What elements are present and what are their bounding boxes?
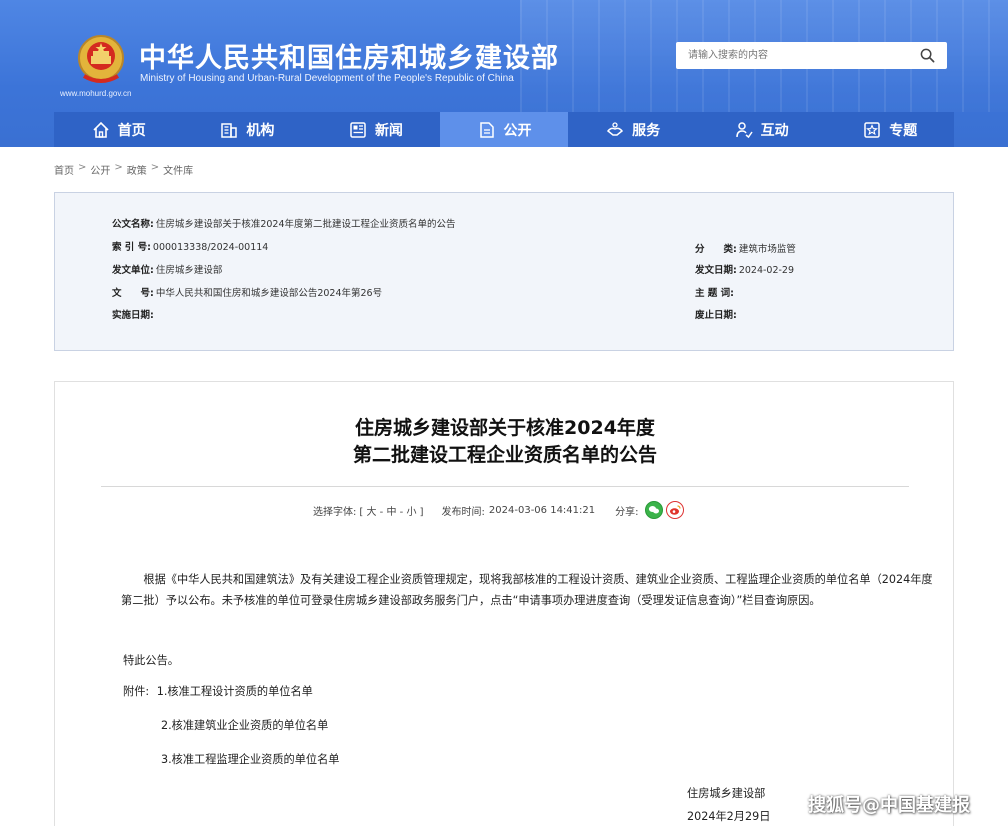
breadcrumb-library[interactable]: 文件库 <box>163 162 193 177</box>
breadcrumb-separator: > <box>150 162 160 173</box>
attachment-link-1[interactable]: 1.核准工程设计资质的单位名单 <box>157 685 313 698</box>
nav-item-interact[interactable]: 互动 <box>697 112 826 147</box>
info-category-label: 分 类: <box>695 244 737 255</box>
info-doc-name-label: 公文名称: <box>112 219 154 230</box>
attachment-row-3: 3.核准工程监理企业资质的单位名单 <box>161 751 340 767</box>
font-size-switcher: [ 大 - 中 - 小 ] <box>359 503 423 518</box>
info-index-label: 索 引 号: <box>112 242 151 253</box>
share-label: 分享: <box>615 506 639 518</box>
font-size-medium[interactable]: 中 <box>386 507 396 518</box>
font-dash: - <box>379 506 384 518</box>
info-issuer: 发文单位: 住房城乡建设部 <box>112 262 222 276</box>
search-box <box>676 42 947 69</box>
font-bracket-close: ] <box>419 506 424 518</box>
wechat-share-icon[interactable] <box>644 501 663 519</box>
sohu-watermark: 搜狐号@中国基建报 <box>808 795 970 816</box>
nav-item-public[interactable]: 公开 <box>439 112 569 147</box>
breadcrumb-public[interactable]: 公开 <box>90 162 110 177</box>
info-doc-no-label: 文 号: <box>112 288 154 299</box>
breadcrumb-separator: > <box>78 162 87 173</box>
search-icon <box>920 48 934 63</box>
info-issue-date-label: 发文日期: <box>695 265 737 276</box>
site-header: www.mohurd.gov.cn 中华人民共和国住房和城乡建设部 Minist… <box>0 0 1008 147</box>
info-issuer-label: 发文单位: <box>112 265 154 276</box>
site-title: 中华人民共和国住房和城乡建设部 <box>139 43 559 74</box>
building-icon <box>221 122 238 138</box>
nav-label-public: 公开 <box>503 122 532 139</box>
sign-date: 2024年2月29日 <box>687 810 771 823</box>
news-icon <box>350 121 366 138</box>
signer: 住房城乡建设部 <box>687 787 766 800</box>
service-icon <box>607 121 624 136</box>
topic-icon <box>864 121 880 138</box>
font-size-large[interactable]: 大 <box>366 507 376 518</box>
font-size-small[interactable]: 小 <box>406 507 416 518</box>
search-button[interactable] <box>907 42 947 69</box>
attachment-label: 附件: <box>123 685 150 698</box>
breadcrumb-home[interactable]: 首页 <box>54 162 74 177</box>
article-title-line2: 第二批建设工程企业资质名单的公告 <box>352 444 657 466</box>
breadcrumb-policy[interactable]: 政策 <box>127 162 147 177</box>
article-title-line1: 住房城乡建设部关于核准2024年度 <box>355 417 655 439</box>
info-expire-date: 废止日期: <box>695 307 739 321</box>
site-url: www.mohurd.gov.cn <box>60 89 132 98</box>
nav-item-topic[interactable]: 专题 <box>825 112 954 147</box>
info-issuer-value: 住房城乡建设部 <box>155 265 223 276</box>
nav-item-home[interactable]: 首页 <box>54 112 183 147</box>
nav-label-home: 首页 <box>117 122 146 139</box>
user-interact-icon <box>735 121 753 138</box>
nav-label-topic: 专题 <box>889 122 918 139</box>
article-meta: 选择字体: [ 大 - 中 - 小 ] 发布时间: 2024-03-06 14:… <box>313 501 684 519</box>
publish-time-value: 2024-03-06 14:41:21 <box>488 504 596 516</box>
info-issue-date: 发文日期: 2024-02-29 <box>695 262 794 276</box>
breadcrumb: 首页 > 公开 > 政策 > 文件库 <box>54 162 193 177</box>
info-index: 索 引 号: 000013338/2024-00114 <box>112 239 268 253</box>
nav-item-org[interactable]: 机构 <box>183 112 312 147</box>
info-effective-date: 实施日期: <box>112 307 156 321</box>
publish-time-label: 发布时间: <box>441 506 485 518</box>
info-doc-name-value: 住房城乡建设部关于核准2024年度第二批建设工程企业资质名单的公告 <box>155 219 456 230</box>
weibo-share-icon[interactable] <box>665 501 684 519</box>
info-doc-name: 公文名称: 住房城乡建设部关于核准2024年度第二批建设工程企业资质名单的公告 <box>112 216 456 230</box>
title-divider <box>101 486 909 487</box>
article-panel: 住房城乡建设部关于核准2024年度 第二批建设工程企业资质名单的公告 选择字体:… <box>54 381 954 826</box>
breadcrumb-separator: > <box>114 162 123 173</box>
attachment-row-1: 附件: 1.核准工程设计资质的单位名单 <box>123 683 313 699</box>
search-input[interactable] <box>676 42 907 69</box>
info-doc-no-value: 中华人民共和国住房和城乡建设部公告2024年第26号 <box>155 288 383 299</box>
document-info-panel: 公文名称: 住房城乡建设部关于核准2024年度第二批建设工程企业资质名单的公告 索… <box>54 192 954 351</box>
nav-label-service: 服务 <box>632 122 661 139</box>
info-category-value: 建筑市场监管 <box>738 244 796 255</box>
info-effective-label: 实施日期: <box>112 310 154 321</box>
info-doc-no: 文 号: 中华人民共和国住房和城乡建设部公告2024年第26号 <box>112 285 382 299</box>
article-body: 根据《中华人民共和国建筑法》及有关建设工程企业资质管理规定，现将我部核准的工程设… <box>121 569 941 611</box>
nav-label-interact: 互动 <box>760 122 789 139</box>
info-issue-date-value: 2024-02-29 <box>738 265 795 276</box>
nav-item-service[interactable]: 服务 <box>568 112 697 147</box>
nav-label-org: 机构 <box>246 122 275 139</box>
site-subtitle: Ministry of Housing and Urban-Rural Deve… <box>140 73 514 84</box>
nav-item-news[interactable]: 新闻 <box>311 112 440 147</box>
font-size-label: 选择字体: <box>313 506 357 518</box>
font-dash: - <box>399 506 404 518</box>
nav-label-news: 新闻 <box>374 122 403 139</box>
home-icon <box>93 121 109 138</box>
national-emblem-icon <box>78 35 124 83</box>
announce-text: 特此公告。 <box>123 654 179 667</box>
attachment-link-3[interactable]: 3.核准工程监理企业资质的单位名单 <box>161 753 340 766</box>
main-nav: 首页 机构 新闻 公开 服务 互动 专题 <box>54 112 954 147</box>
info-expire-label: 废止日期: <box>695 310 737 321</box>
article-paragraph: 根据《中华人民共和国建筑法》及有关建设工程企业资质管理规定，现将我部核准的工程设… <box>121 573 933 607</box>
info-category: 分 类: 建筑市场监管 <box>695 241 796 255</box>
document-icon <box>479 121 494 138</box>
attachment-link-2[interactable]: 2.核准建筑业企业资质的单位名单 <box>161 719 328 732</box>
attachment-row-2: 2.核准建筑业企业资质的单位名单 <box>161 717 328 733</box>
info-subject-label: 主 题 词: <box>695 288 734 299</box>
info-index-value: 000013338/2024-00114 <box>152 242 269 253</box>
font-bracket-open: [ <box>359 506 364 518</box>
info-subject: 主 题 词: <box>695 285 736 299</box>
